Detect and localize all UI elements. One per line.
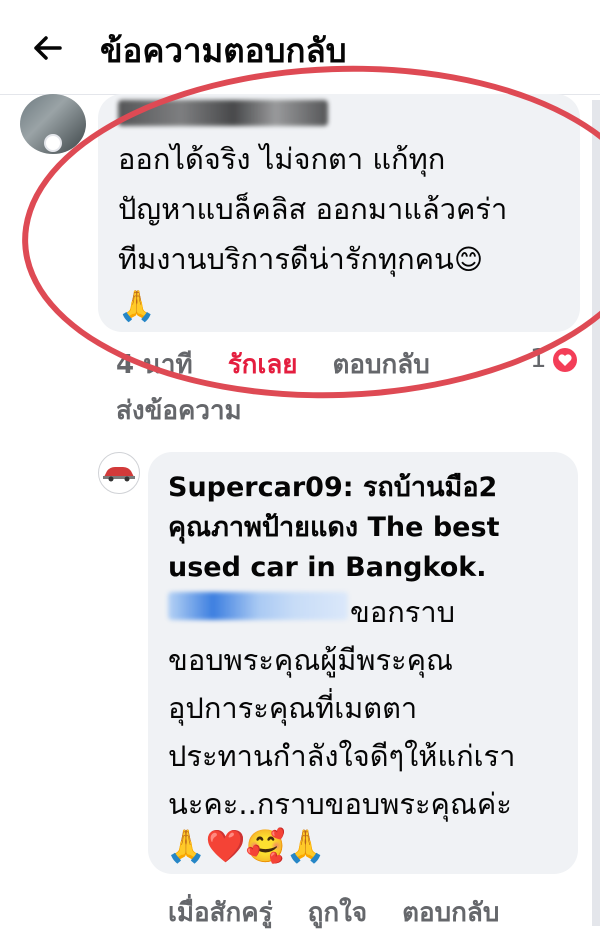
like-button[interactable]: ถูกใจ — [308, 898, 367, 928]
back-arrow-icon[interactable] — [30, 30, 66, 66]
page-avatar[interactable] — [98, 452, 140, 494]
reply-actions: เมื่อสักครู่ ถูกใจ ตอบกลับ — [168, 892, 525, 933]
comment-line: ปัญหาแบล็คลิส ออกมาแล้วคร่า — [118, 192, 508, 226]
reply-button[interactable]: ตอบกลับ — [333, 350, 430, 380]
avatar-status-icon — [44, 134, 62, 152]
comment-line: ออกได้จริง ไม่จกตา แก้ทุก — [118, 142, 446, 176]
comment-author-redacted — [118, 100, 328, 126]
reply-bubble: Supercar09: รถบ้านมือ2 คุณภาพป้ายแดง The… — [148, 452, 578, 874]
reply-time: เมื่อสักครู่ — [168, 898, 273, 928]
reply-author[interactable]: Supercar09: รถบ้านมือ2 คุณภาพป้ายแดง The… — [168, 468, 568, 588]
reply-line: ประทานกำลังใจดีๆให้แก่เรา — [168, 739, 516, 773]
comment-time: 4 นาที — [116, 350, 193, 380]
send-message-link[interactable]: ส่งข้อความ — [116, 390, 242, 431]
reply-reply-button[interactable]: ตอบกลับ — [402, 898, 499, 928]
page-title: ข้อความตอบกลับ — [100, 31, 347, 70]
reaction-count[interactable]: 1 — [530, 344, 547, 374]
comment-actions: 4 นาที รักเลย ตอบกลับ — [116, 344, 456, 385]
car-logo-icon — [103, 467, 135, 482]
pray-emoji: 🙏 — [118, 289, 156, 324]
smile-emoji: 😊 — [453, 243, 484, 276]
reply-text: ขอกราบ ขอบพระคุณผู้มีพระคุณ อุปการะคุณที… — [168, 588, 568, 828]
comment-bubble: ออกได้จริง ไม่จกตา แก้ทุก ปัญหาแบล็คลิส … — [98, 94, 580, 332]
app-header: ข้อความตอบกลับ — [0, 0, 600, 95]
heart-icon[interactable] — [552, 347, 578, 373]
scrollbar[interactable] — [592, 100, 600, 926]
comment-text: ออกได้จริง ไม่จกตา แก้ทุก ปัญหาแบล็คลิส … — [118, 134, 568, 329]
reply-line: ขอกราบ — [350, 595, 456, 629]
love-button[interactable]: รักเลย — [228, 350, 298, 380]
reply-emojis: 🙏❤️🥰🙏 — [166, 827, 326, 865]
comment-line: ทีมงานบริการดีน่ารักทุกคน — [118, 242, 454, 276]
reply-line: นะคะ..กราบขอบพระคุณค่ะ — [168, 787, 512, 821]
reply-line: อุปการะคุณที่เมตตา — [168, 691, 418, 725]
reply-line: ขอบพระคุณผู้มีพระคุณ — [168, 643, 453, 677]
